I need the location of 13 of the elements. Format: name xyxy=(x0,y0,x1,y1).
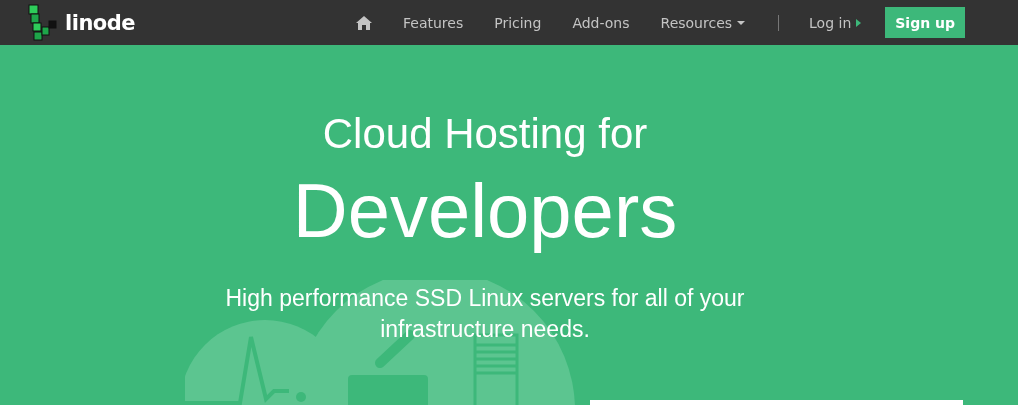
nav-link[interactable]: Features xyxy=(403,14,464,31)
nav-link[interactable]: Pricing xyxy=(494,14,542,31)
hero-subtitle: High performance SSD Linux servers for all of your infrastructure needs. xyxy=(224,284,746,344)
dropdown-link[interactable]: Resources xyxy=(660,14,746,31)
logo-icon[interactable] xyxy=(27,3,59,42)
triangle-icon xyxy=(856,18,862,27)
hero-title: Cloud Hosting for xyxy=(322,109,648,159)
logo-text[interactable]: linode xyxy=(65,10,136,35)
caret-icon xyxy=(737,20,746,25)
home-icon[interactable] xyxy=(356,15,372,30)
hero-headline: Developers xyxy=(292,167,678,255)
login-link[interactable]: Log in xyxy=(809,14,862,31)
nav-link[interactable]: Add-ons xyxy=(572,14,630,31)
